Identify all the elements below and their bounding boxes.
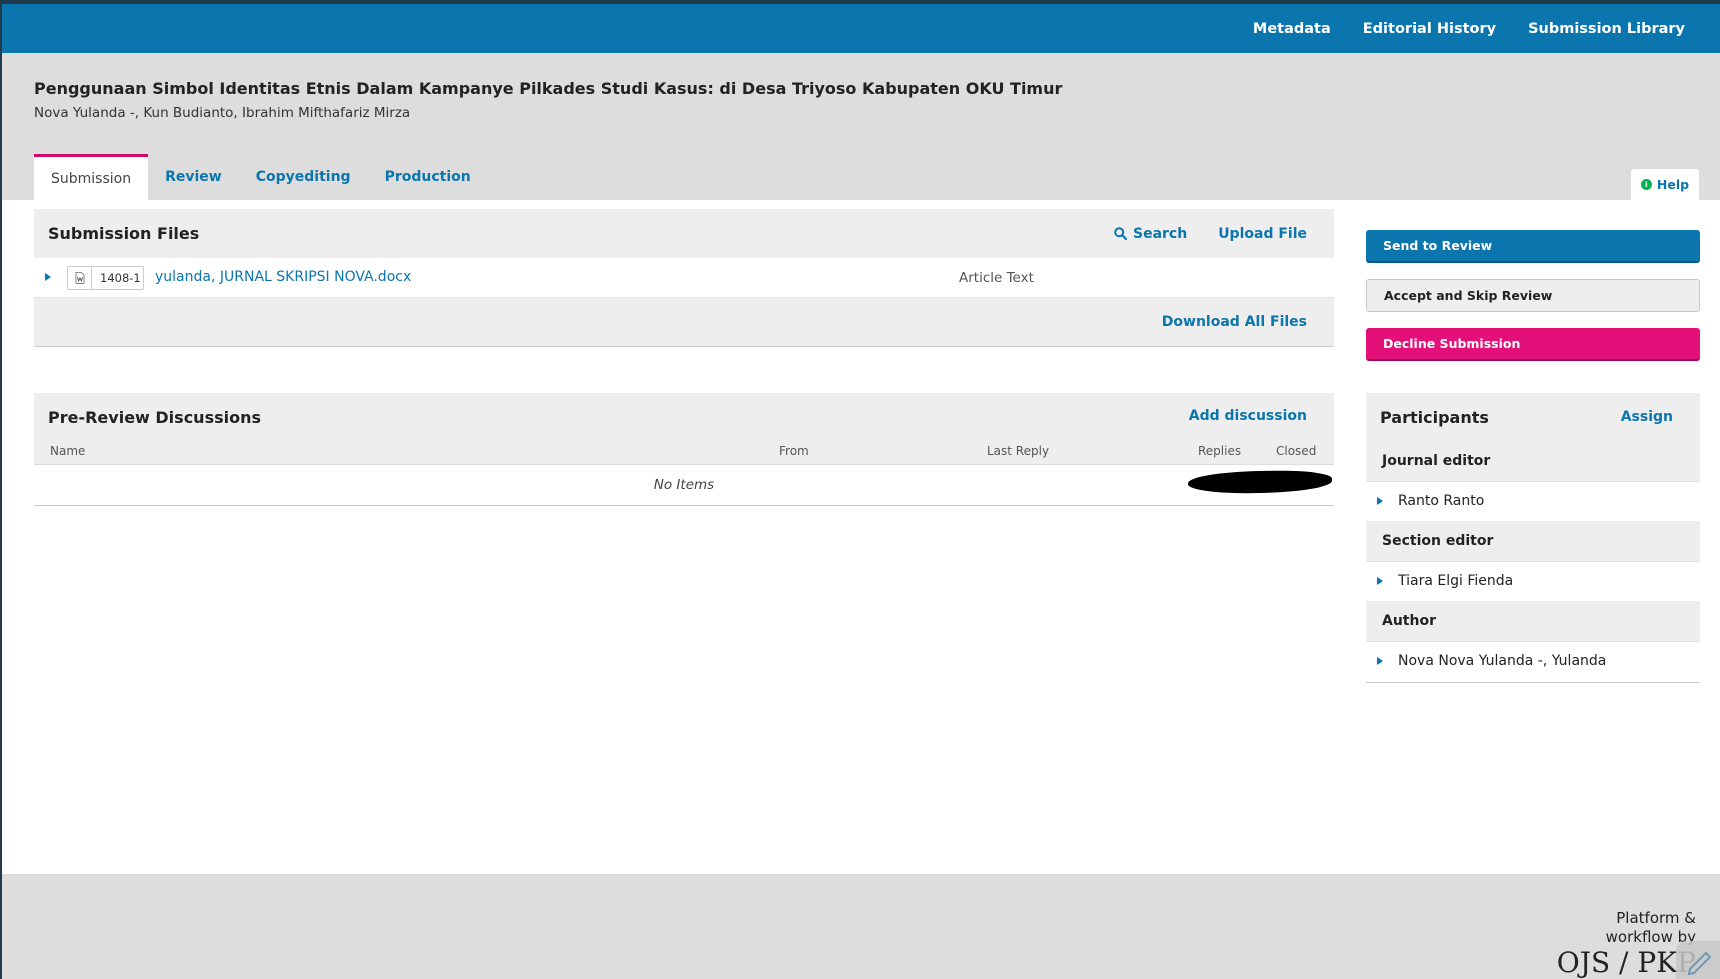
submission-authors: Nova Yulanda -, Kun Budianto, Ibrahim Mi…	[34, 105, 411, 121]
metadata-link[interactable]: Metadata	[1253, 21, 1331, 37]
participants-title: Participants	[1380, 408, 1489, 427]
decline-submission-button[interactable]: Decline Submission	[1366, 328, 1700, 361]
submission-files-header: Submission Files Search Upload File	[34, 209, 1334, 258]
column-last-reply: Last Reply	[987, 444, 1050, 458]
participant-row[interactable]: Tiara Elgi Fienda	[1366, 561, 1700, 601]
no-items-message: No Items	[34, 465, 1334, 505]
upload-file-button[interactable]: Upload File	[1218, 226, 1307, 242]
column-replies: Replies	[1198, 444, 1242, 458]
search-icon	[1114, 227, 1127, 240]
search-files-button[interactable]: Search	[1114, 226, 1187, 242]
role-section-editor: Section editor	[1366, 521, 1700, 561]
tab-copyediting[interactable]: Copyediting	[239, 154, 368, 200]
participants-header: Participants Assign	[1366, 393, 1700, 441]
participant-row[interactable]: Ranto Ranto	[1366, 481, 1700, 521]
accept-skip-review-button[interactable]: Accept and Skip Review	[1366, 279, 1700, 312]
discussions-header: Pre-Review Discussions Add discussion	[34, 393, 1334, 439]
pre-review-discussions-panel: Pre-Review Discussions Add discussion Na…	[34, 393, 1334, 506]
add-discussion-button[interactable]: Add discussion	[1189, 408, 1307, 424]
footer-line-1: Platform &	[1616, 909, 1696, 927]
submission-title: Penggunaan Simbol Identitas Etnis Dalam …	[34, 79, 1063, 98]
file-id-badge: 1408-1	[67, 266, 144, 290]
tab-submission[interactable]: Submission	[34, 154, 149, 200]
file-row: 1408-1 yulanda, JURNAL SKRIPSI NOVA.docx…	[34, 258, 1334, 298]
expand-row-icon[interactable]	[1377, 497, 1383, 505]
search-label: Search	[1132, 225, 1188, 242]
discussions-column-headers: Name From Last Reply Replies Closed	[34, 439, 1334, 465]
send-to-review-button[interactable]: Send to Review	[1366, 230, 1700, 263]
column-from: From	[779, 444, 809, 458]
expand-row-icon[interactable]	[45, 273, 51, 281]
top-nav-links: Metadata Editorial History Submission Li…	[1253, 4, 1685, 53]
participant-row[interactable]: Nova Nova Yulanda -, Yulanda	[1366, 641, 1700, 681]
info-icon: i	[1640, 179, 1652, 190]
role-author: Author	[1366, 601, 1700, 641]
participant-name: Ranto Ranto	[1398, 493, 1485, 509]
document-icon	[68, 267, 92, 289]
tab-production[interactable]: Production	[368, 154, 488, 200]
tab-review[interactable]: Review	[148, 154, 239, 200]
file-id: 1408-1	[100, 271, 141, 285]
submission-library-link[interactable]: Submission Library	[1528, 21, 1685, 37]
submission-files-panel: Submission Files Search Upload File 1408…	[34, 209, 1334, 347]
submission-files-footer: Download All Files	[34, 298, 1334, 346]
submission-header: Penggunaan Simbol Identitas Etnis Dalam …	[2, 53, 1720, 200]
edit-pencil-icon[interactable]	[1676, 941, 1720, 979]
assign-button[interactable]: Assign	[1621, 409, 1673, 425]
expand-row-icon[interactable]	[1377, 657, 1383, 665]
help-label: Help	[1656, 177, 1690, 192]
download-all-files-button[interactable]: Download All Files	[1162, 314, 1307, 330]
expand-row-icon[interactable]	[1377, 577, 1383, 585]
column-name: Name	[50, 444, 86, 458]
participant-name: Tiara Elgi Fienda	[1398, 573, 1514, 589]
app-frame: Metadata Editorial History Submission Li…	[2, 4, 1720, 979]
participants-panel: Participants Assign Journal editor Ranto…	[1366, 393, 1700, 683]
file-type: Article Text	[959, 270, 1034, 286]
column-closed: Closed	[1276, 444, 1317, 458]
top-navigation-bar: Metadata Editorial History Submission Li…	[2, 4, 1720, 53]
editorial-history-link[interactable]: Editorial History	[1363, 21, 1496, 37]
help-button[interactable]: i Help	[1631, 169, 1699, 200]
file-name-link[interactable]: yulanda, JURNAL SKRIPSI NOVA.docx	[155, 269, 411, 285]
workflow-tabs: Submission Review Copyediting Production	[34, 154, 488, 200]
submission-files-title: Submission Files	[48, 224, 200, 243]
role-journal-editor: Journal editor	[1366, 441, 1700, 481]
participant-name: Nova Nova Yulanda -, Yulanda	[1398, 653, 1607, 669]
page-footer: Platform & workflow by OJS / PKP	[2, 874, 1720, 979]
discussions-actions: Add discussion	[1189, 393, 1307, 439]
submission-files-actions: Search Upload File	[1114, 209, 1307, 258]
discussions-title: Pre-Review Discussions	[48, 408, 261, 427]
